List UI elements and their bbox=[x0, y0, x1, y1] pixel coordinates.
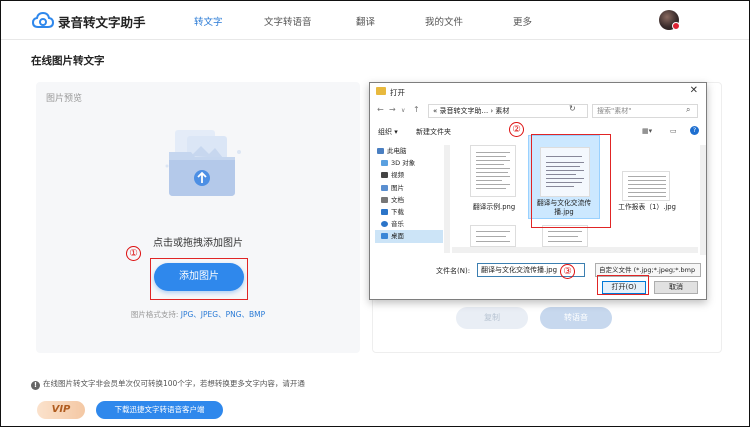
file-thumb-extra-2[interactable] bbox=[542, 225, 588, 247]
highlight-box-step3 bbox=[597, 275, 649, 295]
document-icon bbox=[381, 196, 388, 203]
back-arrow-icon[interactable]: ← bbox=[377, 105, 384, 114]
highlight-box-step2 bbox=[531, 134, 611, 228]
preview-pane-icon[interactable]: ▭ bbox=[670, 127, 677, 135]
image-icon bbox=[381, 184, 388, 191]
view-options-icon[interactable]: ▦▾ bbox=[642, 127, 652, 135]
computer-icon bbox=[377, 148, 384, 154]
cloud-logo-icon bbox=[32, 12, 54, 28]
download-client-button[interactable]: 下载迅捷文字转语音客户端 bbox=[96, 401, 223, 419]
horizontal-scrollbar[interactable] bbox=[452, 247, 698, 253]
path-field[interactable]: « 录音转文字助... › 素材 bbox=[428, 104, 588, 118]
tree-item-pictures[interactable]: 图片 bbox=[375, 182, 443, 194]
nav-my-files[interactable]: 我的文件 bbox=[425, 14, 463, 28]
file-thumb-extra-1[interactable] bbox=[470, 225, 516, 247]
to-audio-button[interactable]: 转语音 bbox=[540, 307, 612, 329]
tree-item-music[interactable]: 音乐 bbox=[375, 218, 443, 230]
tree-item-3d-objects[interactable]: 3D 对象 bbox=[375, 157, 443, 169]
add-image-button[interactable]: 添加图片 bbox=[154, 263, 244, 291]
nav-text-to-speech[interactable]: 文字转语音 bbox=[264, 14, 312, 28]
nav-speech-to-text[interactable]: 转文字 bbox=[194, 14, 223, 28]
image-preview-panel[interactable]: 图片预览 点击或拖拽添加图片 添加图片 图片格式支持: JPG、JPEG、PNG… bbox=[36, 82, 360, 353]
forward-arrow-icon[interactable]: → bbox=[389, 105, 396, 114]
dialog-title-bar: 打开 ✕ bbox=[370, 83, 706, 100]
file-name-translation-example[interactable]: 翻译示例.png bbox=[466, 201, 522, 211]
filename-label: 文件名(N): bbox=[436, 267, 471, 275]
folder-tree: 此电脑 3D 对象 视频 图片 文档 下载 音乐 桌面 bbox=[375, 145, 443, 255]
file-name-work-report[interactable]: 工作报表（1）.jpg bbox=[614, 203, 680, 212]
close-icon[interactable]: ✕ bbox=[690, 85, 698, 96]
new-folder-button[interactable]: 新建文件夹 bbox=[416, 127, 451, 137]
step-3-marker: ③ bbox=[560, 264, 575, 279]
preview-label: 图片预览 bbox=[46, 94, 83, 104]
page-title: 在线图片转文字 bbox=[31, 55, 105, 67]
formats-prefix: 图片格式支持: bbox=[130, 310, 179, 319]
cancel-button[interactable]: 取消 bbox=[654, 281, 698, 294]
step-2-marker: ② bbox=[509, 122, 524, 137]
formats-list: JPG、JPEG、PNG、BMP bbox=[180, 310, 266, 319]
download-icon bbox=[381, 208, 388, 215]
tree-item-this-pc[interactable]: 此电脑 bbox=[375, 145, 443, 157]
organize-button[interactable]: 组织 ▾ bbox=[378, 127, 398, 137]
address-bar: ← → ∨ ↑ « 录音转文字助... › 素材 ↻ 搜索"素材" ⌕ bbox=[370, 101, 706, 121]
dialog-title: 打开 bbox=[390, 88, 405, 97]
copy-button[interactable]: 复制 bbox=[456, 307, 528, 329]
tree-scrollbar[interactable] bbox=[444, 145, 450, 253]
search-input[interactable]: 搜索"素材" bbox=[592, 104, 698, 118]
notice-text: ! 在线图片转文字非会员单次仅可转换100个字，若想转换更多文字内容，请开通 bbox=[31, 378, 305, 390]
cube-icon bbox=[381, 160, 388, 167]
help-icon[interactable]: ? bbox=[690, 126, 699, 135]
tree-item-videos[interactable]: 视频 bbox=[375, 169, 443, 181]
notice-message: 在线图片转文字非会员单次仅可转换100个字，若想转换更多文字内容，请开通 bbox=[43, 379, 305, 388]
nav-more[interactable]: 更多 bbox=[513, 14, 532, 28]
video-icon bbox=[381, 172, 388, 179]
refresh-icon[interactable]: ↻ bbox=[569, 104, 576, 113]
tree-item-desktop[interactable]: 桌面 bbox=[375, 230, 443, 243]
step-1-marker: ① bbox=[126, 246, 141, 261]
file-thumb-work-report[interactable] bbox=[622, 171, 670, 201]
search-icon: ⌕ bbox=[686, 105, 691, 114]
upload-folder-icon bbox=[165, 130, 241, 196]
drop-hint-text: 点击或拖拽添加图片 bbox=[153, 238, 243, 249]
nav-translate[interactable]: 翻译 bbox=[356, 14, 375, 28]
supported-formats: 图片格式支持: JPG、JPEG、PNG、BMP bbox=[36, 309, 360, 320]
folder-icon bbox=[376, 87, 386, 95]
chevron-down-icon[interactable]: ∨ bbox=[401, 107, 405, 114]
tree-item-downloads[interactable]: 下载 bbox=[375, 206, 443, 218]
vip-button[interactable]: VIP bbox=[37, 401, 85, 419]
notification-dot bbox=[672, 22, 680, 30]
file-list-scrollbar[interactable] bbox=[700, 145, 706, 255]
music-icon bbox=[381, 221, 388, 228]
up-arrow-icon[interactable]: ↑ bbox=[413, 105, 420, 114]
app-title: 录音转文字助手 bbox=[58, 15, 146, 30]
file-thumb-translation-example[interactable] bbox=[470, 145, 516, 197]
top-bar: 录音转文字助手 转文字 文字转语音 翻译 我的文件 更多 bbox=[0, 0, 750, 40]
desktop-icon bbox=[381, 233, 388, 240]
tree-item-documents[interactable]: 文档 bbox=[375, 194, 443, 206]
info-icon: ! bbox=[31, 381, 40, 390]
